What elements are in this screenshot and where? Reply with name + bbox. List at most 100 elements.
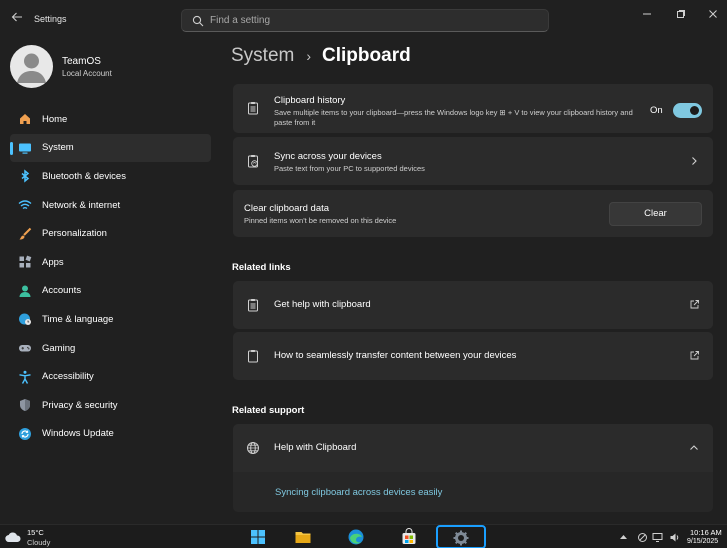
related-links-heading: Related links — [232, 262, 291, 273]
search-icon — [192, 15, 204, 27]
sidebar-item-network[interactable]: Network & internet — [10, 191, 211, 220]
tray-overflow-icon[interactable] — [618, 532, 629, 543]
clear-title: Clear clipboard data — [244, 203, 330, 214]
search-placeholder: Find a setting — [210, 15, 271, 26]
sidebar-item-label: Gaming — [42, 342, 76, 354]
page-title: Clipboard — [322, 45, 411, 66]
store-icon[interactable] — [400, 528, 418, 546]
external-link-icon — [690, 300, 699, 309]
edge-icon[interactable] — [347, 528, 365, 546]
globe-icon — [247, 442, 259, 454]
bluetooth-icon — [17, 168, 33, 184]
support-link[interactable]: Syncing clipboard across devices easily — [275, 487, 442, 498]
clipboard-history-title: Clipboard history — [274, 95, 346, 106]
gamepad-icon — [17, 340, 33, 356]
profile-name: TeamOS — [62, 56, 101, 67]
related-link-get-help[interactable]: Get help with clipboard — [233, 281, 713, 329]
related-link-label: Get help with clipboard — [274, 299, 371, 310]
sidebar-item-accounts[interactable]: Accounts — [10, 277, 211, 306]
profile-account-type: Local Account — [62, 69, 112, 78]
back-button[interactable] — [8, 10, 26, 28]
close-button[interactable] — [702, 8, 724, 24]
accounts-icon — [17, 283, 33, 299]
sidebar-item-home[interactable]: Home — [10, 105, 211, 134]
weather-condition[interactable]: Cloudy — [27, 538, 50, 547]
sidebar-item-label: Bluetooth & devices — [42, 170, 126, 182]
settings-taskbar-button[interactable] — [436, 525, 486, 548]
title-bar: Settings Find a setting — [0, 0, 727, 40]
clipboard-history-description: Save multiple items to your clipboard—pr… — [274, 108, 633, 127]
related-link-label: How to seamlessly transfer content betwe… — [274, 350, 517, 361]
file-explorer-icon[interactable] — [294, 528, 312, 546]
accessibility-icon — [17, 369, 33, 385]
weather-temperature[interactable]: 15°C — [27, 528, 44, 537]
maximize-button[interactable] — [670, 8, 692, 24]
sync-description: Paste text from your PC to supported dev… — [274, 164, 425, 173]
home-icon — [17, 111, 33, 127]
sidebar-item-system[interactable]: System — [10, 133, 211, 163]
volume-icon[interactable] — [669, 532, 680, 543]
sidebar-item-label: System — [42, 142, 74, 154]
search-box[interactable]: Find a setting — [181, 9, 549, 32]
sidebar-item-label: Apps — [42, 256, 64, 268]
related-support-heading: Related support — [232, 405, 305, 416]
sidebar-item-privacy-security[interactable]: Privacy & security — [10, 391, 211, 420]
sidebar-item-label: Windows Update — [42, 428, 114, 440]
sidebar-item-label: Time & language — [42, 313, 114, 325]
sidebar-item-gaming[interactable]: Gaming — [10, 334, 211, 363]
sidebar-item-label: Network & internet — [42, 199, 121, 211]
network-status-icon[interactable] — [637, 532, 648, 543]
system-icon — [17, 140, 33, 156]
sidebar-item-apps[interactable]: Apps — [10, 248, 211, 277]
sidebar-item-personalization[interactable]: Personalization — [10, 219, 211, 248]
toggle-state-label: On — [650, 105, 663, 116]
clear-button[interactable]: Clear — [609, 202, 702, 226]
clipboard-icon — [248, 350, 258, 363]
sidebar-item-label: Accounts — [42, 285, 82, 297]
minimize-button[interactable] — [636, 8, 658, 24]
breadcrumb-parent[interactable]: System — [231, 45, 294, 67]
breadcrumb-separator: › — [306, 48, 312, 64]
help-with-clipboard-title: Help with Clipboard — [274, 442, 357, 453]
sidebar-item-bluetooth[interactable]: Bluetooth & devices — [10, 162, 211, 191]
clock-time[interactable]: 10:16 AM — [690, 528, 722, 537]
external-link-icon — [690, 351, 699, 360]
chevron-up-icon — [690, 445, 698, 450]
breadcrumb: System › Clipboard — [231, 45, 411, 67]
brush-icon — [17, 226, 33, 242]
sidebar-item-label: Personalization — [42, 228, 107, 240]
minimize-icon — [643, 13, 651, 15]
clipboard-history-toggle[interactable] — [673, 103, 702, 118]
wifi-icon — [17, 197, 33, 213]
toggle-knob — [690, 106, 699, 115]
update-icon — [17, 426, 33, 442]
avatar[interactable] — [10, 45, 53, 88]
start-icon[interactable] — [249, 528, 267, 546]
sidebar-item-accessibility[interactable]: Accessibility — [10, 362, 211, 391]
sidebar-item-label: Accessibility — [42, 371, 94, 383]
clear-clipboard-card: Clear clipboard data Pinned items won't … — [233, 190, 713, 237]
display-icon[interactable] — [652, 532, 663, 543]
taskbar: 15°C Cloudy 10:16 AM 9/15/2025 — [0, 524, 727, 548]
globe-clock-icon — [17, 311, 33, 327]
clipboard-history-card: Clipboard history Save multiple items to… — [233, 84, 713, 133]
settings-gear-icon — [453, 530, 469, 546]
sidebar-item-label: Home — [42, 113, 68, 125]
sidebar-item-windows-update[interactable]: Windows Update — [10, 420, 211, 449]
restore-icon — [677, 10, 685, 18]
clock-date[interactable]: 9/15/2025 — [687, 538, 718, 545]
help-with-clipboard-expander[interactable]: Help with Clipboard — [233, 424, 713, 472]
user-icon — [17, 53, 46, 83]
chevron-right-icon — [692, 157, 697, 165]
app-title: Settings — [34, 14, 67, 24]
clipboard-list-icon — [248, 102, 258, 115]
back-arrow-icon — [11, 12, 22, 22]
sync-across-devices-card[interactable]: Sync across your devices Paste text from… — [233, 137, 713, 185]
shield-icon — [17, 397, 33, 413]
clipboard-sync-icon — [248, 155, 258, 168]
related-link-transfer-content[interactable]: How to seamlessly transfer content betwe… — [233, 332, 713, 380]
help-with-clipboard-content: Syncing clipboard across devices easily — [233, 472, 713, 512]
cloud-icon — [5, 532, 21, 543]
sidebar-item-time-language[interactable]: Time & language — [10, 305, 211, 334]
close-icon — [709, 10, 717, 18]
